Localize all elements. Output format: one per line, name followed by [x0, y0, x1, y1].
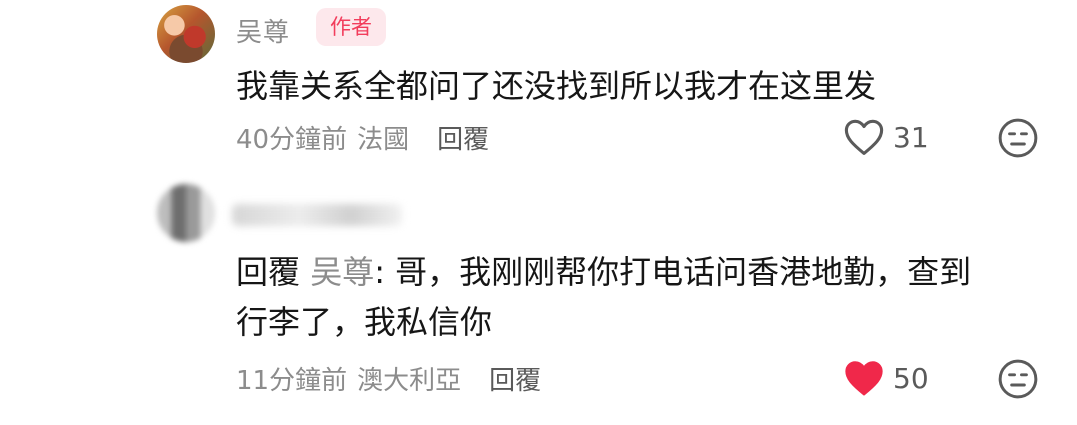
comment-item: 回覆 吴尊: 哥，我刚刚帮你打电话问香港地勤，查到 行李了，我私信你 11分鐘前…: [0, 170, 1077, 425]
comment-location: 法國: [357, 125, 410, 155]
comment-time: 40分鐘前: [236, 125, 348, 155]
avatar[interactable]: [157, 184, 215, 242]
like-button[interactable]: 50: [843, 358, 929, 398]
reply-button[interactable]: 回覆: [489, 366, 541, 396]
comment-text: 回覆 吴尊: 哥，我刚刚帮你打电话问香港地勤，查到 行李了，我私信你: [236, 247, 971, 347]
comment-item: 吴尊 作者 我靠关系全都问了还没找到所以我才在这里发 40分鐘前 法國 回覆 31: [0, 0, 1077, 180]
reply-target-username[interactable]: 吴尊: [310, 253, 374, 291]
heart-icon: [844, 119, 884, 155]
like-count: 31: [893, 120, 929, 154]
blurred-username: [232, 204, 402, 226]
like-button[interactable]: 31: [843, 117, 929, 157]
comment-time: 11分鐘前: [236, 366, 348, 396]
comment-username[interactable]: 吴尊: [236, 12, 290, 49]
neutral-face-icon: [998, 359, 1038, 399]
neutral-face-icon: [998, 118, 1038, 158]
comment-text: 我靠关系全都问了还没找到所以我才在这里发: [236, 67, 877, 105]
emoji-reaction-button[interactable]: [997, 117, 1039, 159]
avatar[interactable]: [157, 5, 215, 63]
comment-text-line: 行李了，我私信你: [236, 303, 493, 341]
reply-prefix: 回覆: [236, 253, 301, 291]
emoji-reaction-button[interactable]: [997, 358, 1039, 400]
like-count: 50: [893, 361, 929, 395]
reply-button[interactable]: 回覆: [437, 125, 489, 155]
comment-meta: 40分鐘前 法國 回覆: [236, 119, 489, 156]
heart-icon: [845, 361, 883, 396]
author-badge: 作者: [316, 8, 386, 46]
comment-meta: 11分鐘前 澳大利亞 回覆: [236, 360, 541, 397]
comment-text-line: : 哥，我刚刚帮你打电话问香港地勤，查到: [374, 253, 972, 291]
comment-location: 澳大利亞: [357, 366, 462, 396]
